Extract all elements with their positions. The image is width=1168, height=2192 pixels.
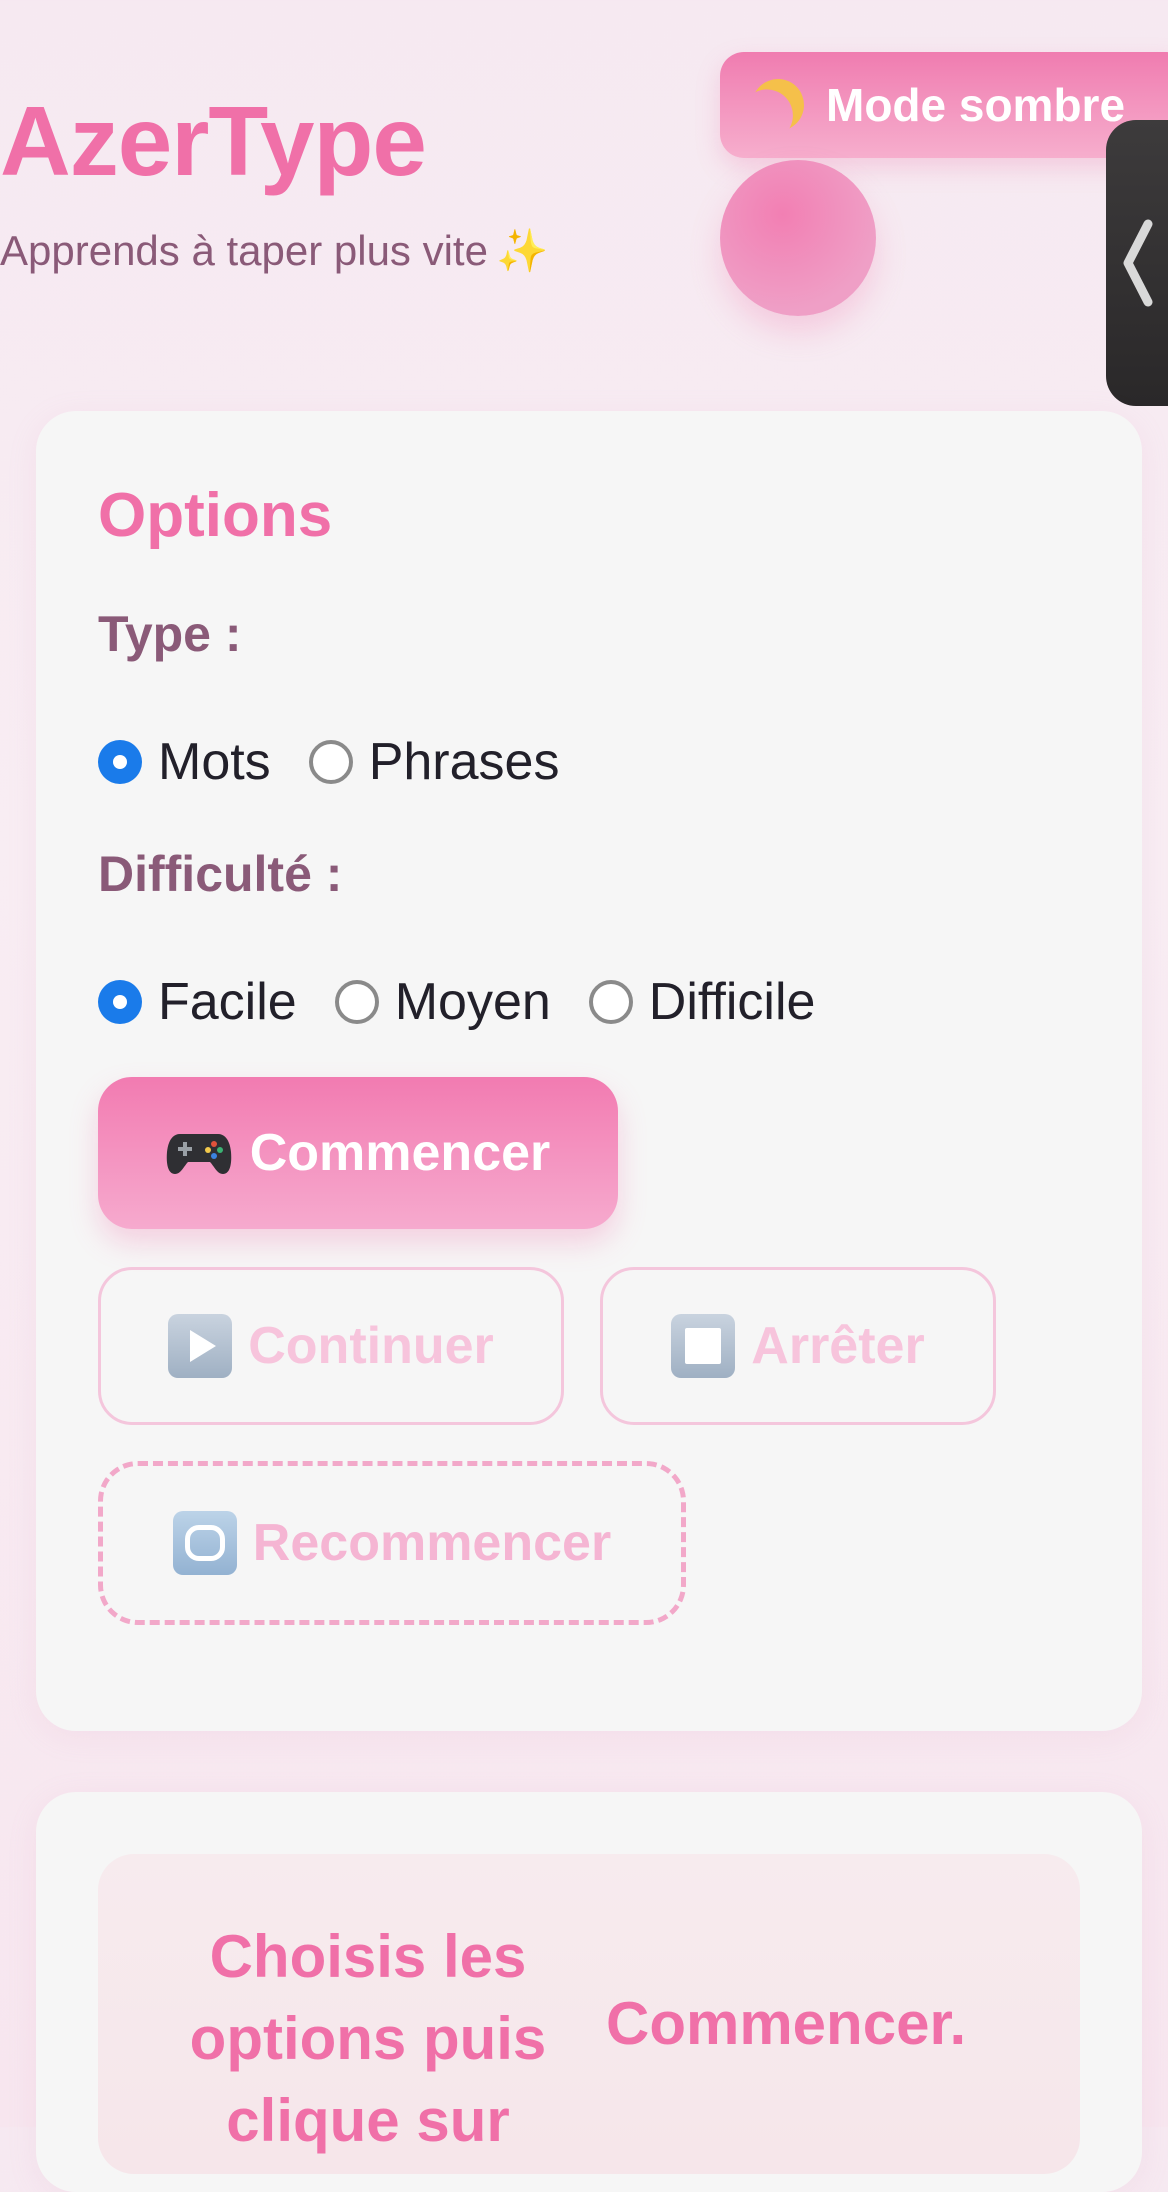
continue-label: Continuer xyxy=(248,1317,494,1375)
radio-moyen[interactable] xyxy=(334,980,379,1024)
difficulty-label: Difficulté : xyxy=(98,846,343,902)
stop-label: Arrêter xyxy=(751,1317,925,1375)
subtitle-text: Apprends à taper plus vite xyxy=(0,227,488,274)
decorative-pink-circle xyxy=(720,160,876,316)
gamepad-icon xyxy=(166,1134,231,1174)
dark-mode-label: Mode sombre xyxy=(826,79,1126,131)
radio-label-mots: Mots xyxy=(158,733,271,791)
stop-button[interactable]: Arrêter xyxy=(600,1267,996,1425)
radio-option-moyen[interactable]: Moyen xyxy=(334,973,551,1031)
options-title: Options xyxy=(98,481,333,550)
radio-label-difficile: Difficile xyxy=(648,973,816,1031)
radio-option-facile[interactable]: Facile xyxy=(98,976,297,1028)
radio-phrases[interactable] xyxy=(308,740,353,784)
game-instruction-highlight: Commencer. xyxy=(606,1990,967,2057)
sparkles-icon: ✨ xyxy=(495,227,549,274)
radio-option-phrases[interactable]: Phrases xyxy=(308,733,560,791)
chevron-left-icon xyxy=(1123,219,1153,307)
moon-icon xyxy=(745,72,812,139)
game-card: Choisis les options puis clique sur Comm… xyxy=(36,1792,1142,2192)
stop-icon xyxy=(671,1314,736,1378)
side-panel-tab[interactable] xyxy=(1106,120,1168,406)
game-instruction-text: Choisis les options puis clique sur xyxy=(189,1923,547,2154)
app-subtitle: Apprends à taper plus vite ✨ xyxy=(0,230,548,272)
radio-difficile[interactable] xyxy=(588,980,633,1024)
play-icon xyxy=(168,1314,233,1378)
options-card: Options Type : Mots Phrases Difficulté :… xyxy=(36,411,1142,1731)
difficulty-radio-group: Facile Moyen Difficile xyxy=(98,976,853,1028)
continue-button[interactable]: Continuer xyxy=(98,1267,564,1425)
dark-mode-toggle-button[interactable]: Mode sombre xyxy=(720,52,1168,158)
radio-label-facile: Facile xyxy=(158,973,297,1031)
repeat-icon xyxy=(172,1511,237,1575)
start-label: Commencer xyxy=(249,1124,551,1182)
app-title: AzerType xyxy=(0,86,427,196)
type-label: Type : xyxy=(98,606,242,662)
radio-option-difficile[interactable]: Difficile xyxy=(588,973,816,1031)
restart-label: Recommencer xyxy=(252,1514,612,1572)
game-message-box: Choisis les options puis clique sur Comm… xyxy=(98,1854,1080,2174)
type-radio-group: Mots Phrases xyxy=(98,736,597,788)
radio-label-phrases: Phrases xyxy=(368,733,560,791)
radio-option-mots[interactable]: Mots xyxy=(98,736,271,788)
radio-facile[interactable] xyxy=(98,980,142,1024)
start-button[interactable]: Commencer xyxy=(98,1077,618,1229)
restart-button[interactable]: Recommencer xyxy=(98,1461,686,1625)
radio-mots[interactable] xyxy=(98,740,142,784)
radio-label-moyen: Moyen xyxy=(394,973,551,1031)
